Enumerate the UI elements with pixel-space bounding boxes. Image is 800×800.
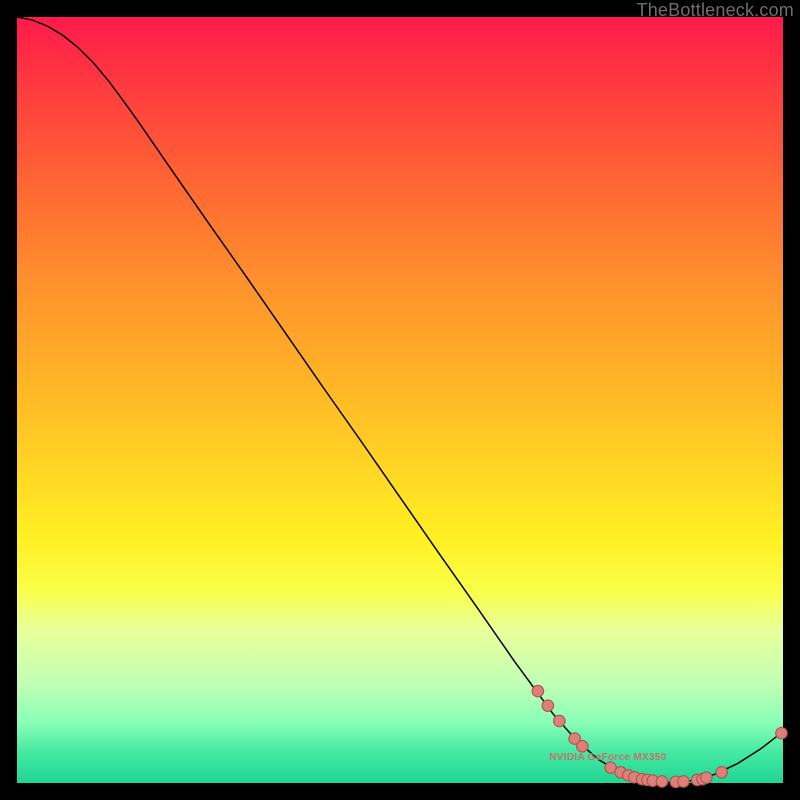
curve-marker (701, 772, 712, 783)
curve-marker (776, 727, 787, 738)
curve-marker (554, 715, 565, 726)
curve-marker (542, 700, 553, 711)
curve-marker (656, 776, 667, 787)
chart-svg (17, 17, 783, 783)
chart-stage: TheBottleneck.com NVIDIA GeForce MX350 (0, 0, 800, 800)
curve-markers (532, 685, 787, 787)
curve-marker (678, 776, 689, 787)
curve-marker (532, 685, 543, 696)
bottleneck-curve (17, 17, 783, 782)
curve-marker (716, 767, 727, 778)
curve-marker (577, 740, 588, 751)
plot-area: NVIDIA GeForce MX350 (17, 17, 783, 783)
